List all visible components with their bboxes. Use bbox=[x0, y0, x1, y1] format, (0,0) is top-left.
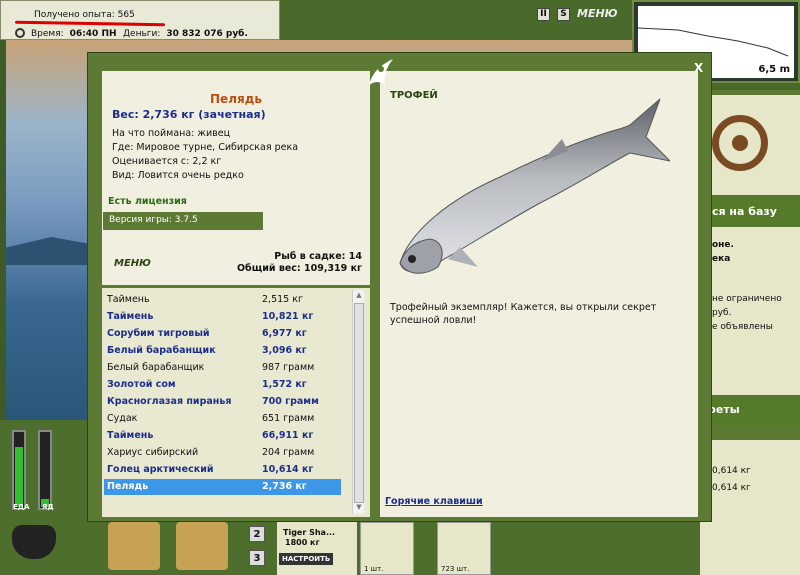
left-frame bbox=[0, 40, 6, 420]
depth-value: 6,5 m bbox=[758, 64, 790, 75]
catch-fish-name: Белый барабанщик bbox=[107, 362, 205, 373]
tackle-panel: Tiger Sha... 1800 кг НАСТРОИТЬ bbox=[277, 522, 357, 575]
catch-fish-weight: 1,572 кг bbox=[262, 379, 307, 390]
catch-fish-weight: 10,614 кг bbox=[262, 464, 314, 475]
catch-fish-name: Судак bbox=[107, 413, 138, 424]
catch-fish-name: Белый барабанщик bbox=[107, 345, 216, 356]
fish-name: Пелядь bbox=[210, 92, 262, 106]
right-text-7: 0,614 кг bbox=[712, 483, 751, 493]
catch-fish-name: Таймень bbox=[107, 311, 154, 322]
right-text-1: оне. bbox=[712, 240, 734, 250]
catch-fish-weight: 2,515 кг bbox=[262, 294, 303, 305]
clock-icon bbox=[15, 28, 25, 38]
keepnet-bucket-icon[interactable] bbox=[176, 522, 228, 570]
catch-fish-name: Хариус сибирский bbox=[107, 447, 199, 458]
right-text-4: руб. bbox=[712, 308, 732, 318]
right-text-5: е объявлены bbox=[712, 322, 773, 332]
catch-list-row[interactable]: Голец арктический 10,614 кг bbox=[104, 462, 341, 478]
food-bar bbox=[12, 430, 26, 510]
catch-fish-weight: 3,096 кг bbox=[262, 345, 307, 356]
caught-on: На что поймана: живец bbox=[112, 128, 231, 139]
money-label: Деньги: bbox=[123, 29, 161, 39]
money-value: 30 832 076 руб. bbox=[166, 29, 248, 39]
trophy-text: Трофейный экземпляр! Кажется, вы открыли… bbox=[390, 302, 657, 326]
poison-label: ЯД bbox=[42, 503, 54, 511]
game-logo-icon bbox=[369, 59, 393, 85]
catch-list-row[interactable]: Белый барабанщик 987 грамм bbox=[104, 360, 341, 376]
catch-fish-name: Голец арктический bbox=[107, 464, 214, 475]
fish-weight: Вес: 2,736 кг (зачетная) bbox=[112, 108, 266, 121]
time-label: Время: bbox=[31, 29, 64, 39]
bait-bucket-icon[interactable] bbox=[108, 522, 160, 570]
catch-list-row[interactable]: Судак 651 грамм bbox=[104, 411, 341, 427]
bait-slot[interactable]: 723 шт. bbox=[437, 522, 491, 575]
catch-list-row[interactable]: Золотой сом 1,572 кг bbox=[104, 377, 341, 393]
catch-list-row[interactable]: Сорубим тигровый 6,977 кг bbox=[104, 326, 341, 342]
catch-list-row[interactable]: Таймень 10,821 кг bbox=[104, 309, 341, 325]
bait-count: 723 шт. bbox=[441, 565, 470, 573]
scroll-down-icon[interactable]: ▼ bbox=[354, 503, 364, 513]
food-level bbox=[15, 447, 23, 507]
dialog-menu-button[interactable]: МЕНЮ bbox=[114, 258, 151, 269]
catch-fish-weight: 651 грамм bbox=[262, 413, 315, 424]
game-version: Версия игры: 3.7.5 bbox=[103, 212, 263, 230]
catch-fish-weight: 66,911 кг bbox=[262, 430, 314, 441]
rod-slot-2[interactable]: 2 bbox=[249, 526, 265, 542]
tackle-name: Tiger Sha... bbox=[283, 528, 336, 537]
catch-fish-weight: 204 грамм bbox=[262, 447, 315, 458]
food-label: ЕДА bbox=[13, 503, 30, 511]
catch-fish-weight: 6,977 кг bbox=[262, 328, 307, 339]
ship-wheel-icon[interactable] bbox=[712, 115, 768, 171]
catch-fish-weight: 2,736 кг bbox=[262, 481, 307, 492]
catch-fish-name: Пелядь bbox=[107, 481, 149, 492]
hotkeys-link[interactable]: Горячие клавиши bbox=[385, 496, 483, 507]
rod-slot-3[interactable]: 3 bbox=[249, 550, 265, 566]
license-status: Есть лицензия bbox=[108, 196, 187, 207]
return-to-base-button[interactable]: ся на базу bbox=[700, 195, 800, 227]
fish-image bbox=[399, 98, 670, 274]
catch-fish-weight: 700 грамм bbox=[262, 396, 319, 407]
catch-fish-name: Золотой сом bbox=[107, 379, 176, 390]
secrets-button[interactable]: реты bbox=[700, 395, 800, 425]
fish-rarity: Вид: Ловится очень редко bbox=[112, 170, 244, 181]
scroll-up-icon[interactable]: ▲ bbox=[354, 291, 364, 301]
right-text-3: не ограничено bbox=[712, 294, 782, 304]
catch-list-row[interactable]: Таймень 2,515 кг bbox=[104, 292, 341, 308]
scroll-thumb[interactable] bbox=[354, 303, 364, 503]
catch-list[interactable]: Таймень 2,515 кг Таймень 10,821 кг Сорубим т… bbox=[102, 288, 370, 517]
valued-from: Оценивается с: 2,2 кг bbox=[112, 156, 222, 167]
catch-list-row[interactable]: Красноглазая пиранья 700 грамм bbox=[104, 394, 341, 410]
keepnet-count: Рыб в садке: 14 bbox=[274, 251, 362, 262]
xp-text: Получено опыта: 565 bbox=[34, 10, 135, 20]
time-value: 06:40 ПН bbox=[69, 29, 117, 39]
money-display: Деньги: 30 832 076 руб. bbox=[123, 29, 248, 39]
catch-fish-name: Таймень bbox=[107, 294, 150, 305]
catch-location: Где: Мировое турне, Сибирская река bbox=[112, 142, 299, 153]
catch-list-row[interactable]: Таймень 66,911 кг bbox=[104, 428, 341, 444]
pause-button[interactable]: II bbox=[537, 8, 550, 21]
right-text-2: ека bbox=[712, 254, 731, 264]
catch-list-row[interactable]: Пелядь 2,736 кг bbox=[104, 479, 341, 495]
catch-fish-name: Сорубим тигровый bbox=[107, 328, 210, 339]
catch-fish-weight: 10,821 кг bbox=[262, 311, 314, 322]
right-text-6: 0,614 кг bbox=[712, 466, 751, 476]
catch-fish-name: Таймень bbox=[107, 430, 154, 441]
catch-list-row[interactable]: Белый барабанщик 3,096 кг bbox=[104, 343, 341, 359]
catch-list-scrollbar[interactable]: ▲ ▼ bbox=[352, 290, 364, 514]
status-hud: Получено опыта: 565 Время: 06:40 ПН Деньг… bbox=[0, 0, 280, 40]
red-underline-mark bbox=[14, 20, 166, 27]
sound-button[interactable]: S bbox=[557, 8, 570, 21]
hook-count: 1 шт. bbox=[364, 565, 384, 573]
poison-bar bbox=[38, 430, 52, 510]
catch-fish-name: Красноглазая пиранья bbox=[107, 396, 232, 407]
catch-fish-weight: 987 грамм bbox=[262, 362, 315, 373]
catch-list-row[interactable]: Хариус сибирский 204 грамм bbox=[104, 445, 341, 461]
top-menu-button[interactable]: МЕНЮ bbox=[577, 7, 618, 20]
hook-slot[interactable]: 1 шт. bbox=[360, 522, 414, 575]
tackle-line: 1800 кг bbox=[285, 538, 320, 547]
keepnet-total-weight: Общий вес: 109,319 кг bbox=[236, 263, 362, 274]
configure-button[interactable]: НАСТРОИТЬ bbox=[279, 553, 334, 565]
time-display: Время: 06:40 ПН bbox=[31, 29, 117, 39]
right-stats-panel bbox=[700, 440, 800, 575]
